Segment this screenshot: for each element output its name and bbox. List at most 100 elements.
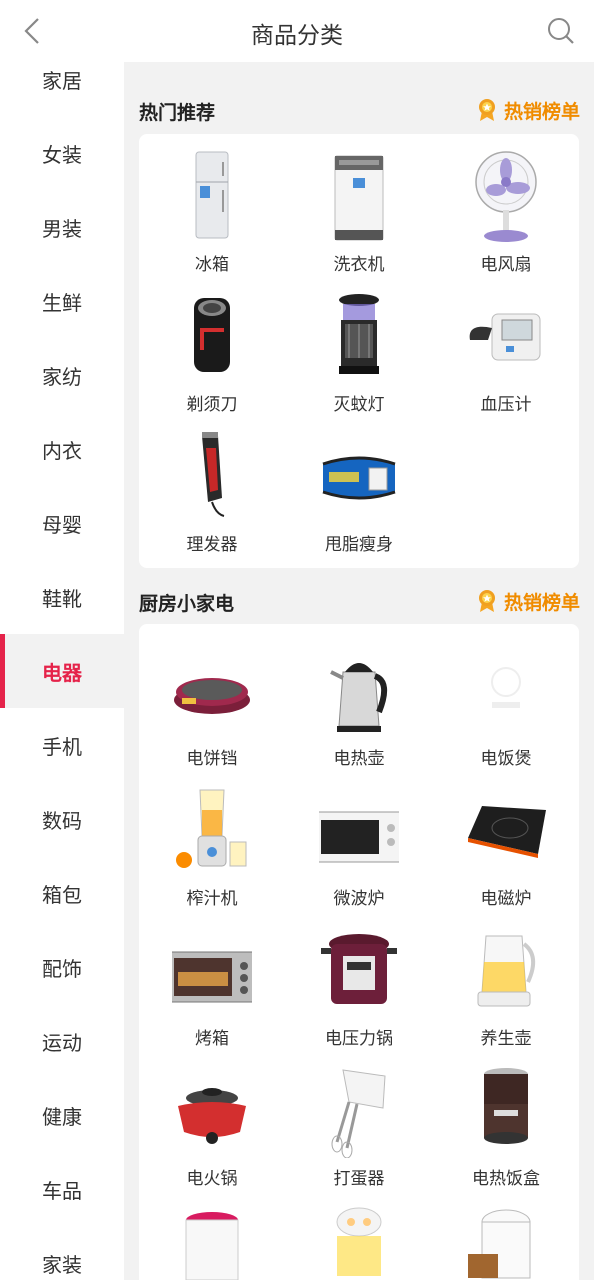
sidebar-item-textiles[interactable]: 家纺	[0, 338, 124, 412]
blood-pressure-monitor-image	[469, 313, 541, 361]
mosquito-lamp-image	[339, 294, 379, 374]
washing-machine-image	[334, 155, 384, 241]
health-kettle-image	[477, 935, 536, 1007]
microwave-image	[319, 811, 399, 863]
sidebar-item-sports[interactable]: 运动	[0, 1004, 124, 1078]
product-name: 电压力锅	[325, 1029, 393, 1049]
section-header: 热门推荐 热销榜单	[139, 90, 580, 130]
product-item[interactable]: 灭蚊灯	[286, 278, 432, 418]
product-item[interactable]: 电压力锅	[286, 912, 432, 1052]
medal-icon	[478, 590, 495, 612]
sidebar-item-auto[interactable]: 车品	[0, 1152, 124, 1226]
sidebar-item-fresh[interactable]: 生鲜	[0, 264, 124, 338]
sidebar-item-label: 母婴	[42, 512, 82, 537]
medal-icon	[478, 99, 495, 121]
hair-clipper-image	[202, 432, 225, 517]
sidebar-item-label: 箱包	[42, 882, 82, 907]
product-item[interactable]	[286, 1192, 432, 1280]
product-item[interactable]: 剃须刀	[139, 278, 285, 418]
product-name: 甩脂瘦身	[325, 535, 393, 555]
sidebar-item-label: 生鲜	[42, 290, 82, 315]
sidebar-item-bags[interactable]: 箱包	[0, 856, 124, 930]
sidebar-item-label: 家装	[42, 1252, 82, 1277]
sidebar-item-label: 鞋靴	[42, 586, 82, 611]
product-name: 电风扇	[480, 255, 532, 275]
product-item[interactable]: 电热饭盒	[433, 1052, 579, 1192]
sidebar-item-menswear[interactable]: 男装	[0, 190, 124, 264]
sidebar-item-label: 电器	[42, 660, 82, 685]
product-item[interactable]: 冰箱	[139, 138, 285, 278]
product-item[interactable]: 电饼铛	[139, 632, 285, 772]
sidebar-item-label: 运动	[42, 1030, 82, 1055]
product-name: 电饭煲	[480, 749, 532, 769]
product-item[interactable]: 理发器	[139, 418, 285, 558]
product-name: 榨汁机	[186, 889, 238, 909]
sidebar-item-womenswear[interactable]: 女装	[0, 116, 124, 190]
best-seller-link[interactable]: 热销榜单	[476, 587, 580, 615]
product-name: 电热壶	[333, 749, 385, 769]
sidebar-item-label: 内衣	[42, 438, 82, 463]
product-item[interactable]: 微波炉	[286, 772, 432, 912]
rice-cooker-image	[491, 667, 521, 708]
sidebar-item-baby[interactable]: 母婴	[0, 486, 124, 560]
air-fryer-image	[468, 1209, 531, 1279]
product-item[interactable]: 血压计	[433, 278, 579, 418]
product-name: 电饼铛	[186, 749, 238, 769]
product-item[interactable]: 烤箱	[139, 912, 285, 1052]
product-name: 电磁炉	[480, 889, 532, 909]
product-grid: 冰箱 洗衣机 电风扇 剃须刀 灭蚊灯 血压计 理发器 甩脂瘦身	[139, 134, 579, 568]
sidebar-item-home[interactable]: 家居	[0, 62, 124, 116]
product-item[interactable]: 打蛋器	[286, 1052, 432, 1192]
sidebar-item-digital[interactable]: 数码	[0, 782, 124, 856]
sidebar-item-label: 女装	[42, 142, 82, 167]
sidebar-item-label: 男装	[42, 216, 82, 241]
product-item[interactable]: 电磁炉	[433, 772, 579, 912]
product-grid: 电饼铛 电热壶 电饭煲 榨汁机 微波炉 电磁炉 烤箱 电压力锅 养生壶 电火锅 …	[139, 624, 579, 1280]
sidebar-item-label: 家居	[42, 68, 82, 93]
product-name: 冰箱	[195, 255, 229, 275]
stew-pot-image	[185, 1212, 239, 1280]
sidebar-item-underwear[interactable]: 内衣	[0, 412, 124, 486]
sidebar-item-accessories[interactable]: 配饰	[0, 930, 124, 1004]
product-name: 微波炉	[333, 889, 385, 909]
sidebar-item-label: 配饰	[42, 956, 82, 981]
product-item[interactable]: 榨汁机	[139, 772, 285, 912]
induction-cooker-image	[468, 806, 546, 858]
sidebar-item-label: 家纺	[42, 364, 82, 389]
best-seller-link[interactable]: 热销榜单	[476, 96, 580, 124]
product-name: 养生壶	[480, 1029, 532, 1049]
product-item[interactable]: 电饭煲	[433, 632, 579, 772]
product-name: 灭蚊灯	[333, 395, 385, 415]
product-name: 烤箱	[195, 1029, 229, 1049]
sidebar-item-phones[interactable]: 手机	[0, 708, 124, 782]
product-name: 理发器	[186, 535, 238, 555]
product-item[interactable]: 洗衣机	[286, 138, 432, 278]
product-name: 电热饭盒	[472, 1169, 540, 1189]
product-item[interactable]	[433, 1192, 579, 1280]
page-title: 商品分类	[251, 23, 343, 49]
section-header: 厨房小家电 热销榜单	[139, 581, 580, 621]
product-name: 洗衣机	[333, 255, 385, 275]
product-item[interactable]: 养生壶	[433, 912, 579, 1052]
sidebar-item-label: 健康	[42, 1104, 82, 1129]
electric-griddle-image	[174, 678, 250, 714]
product-item[interactable]	[139, 1192, 285, 1280]
product-name: 血压计	[480, 395, 532, 415]
hot-pot-image	[178, 1088, 246, 1144]
product-item[interactable]: 电火锅	[139, 1052, 285, 1192]
fridge-image	[195, 151, 229, 239]
electric-kettle-image	[330, 663, 388, 732]
product-item[interactable]: 电热壶	[286, 632, 432, 772]
shaver-image	[194, 298, 230, 372]
category-sidebar: 家居 女装 男装 生鲜 家纺 内衣 母婴 鞋靴 电器 手机 数码 箱包 配饰 运…	[0, 62, 124, 1280]
search-icon[interactable]	[544, 14, 578, 48]
sidebar-item-shoes[interactable]: 鞋靴	[0, 560, 124, 634]
product-item[interactable]: 甩脂瘦身	[286, 418, 432, 558]
section-title: 热门推荐	[139, 102, 216, 124]
sidebar-item-appliances[interactable]: 电器	[0, 634, 124, 708]
pressure-cooker-image	[321, 934, 397, 1004]
sidebar-item-decor[interactable]: 家装	[0, 1226, 124, 1280]
product-item[interactable]: 电风扇	[433, 138, 579, 278]
product-name: 打蛋器	[333, 1169, 385, 1189]
sidebar-item-health[interactable]: 健康	[0, 1078, 124, 1152]
